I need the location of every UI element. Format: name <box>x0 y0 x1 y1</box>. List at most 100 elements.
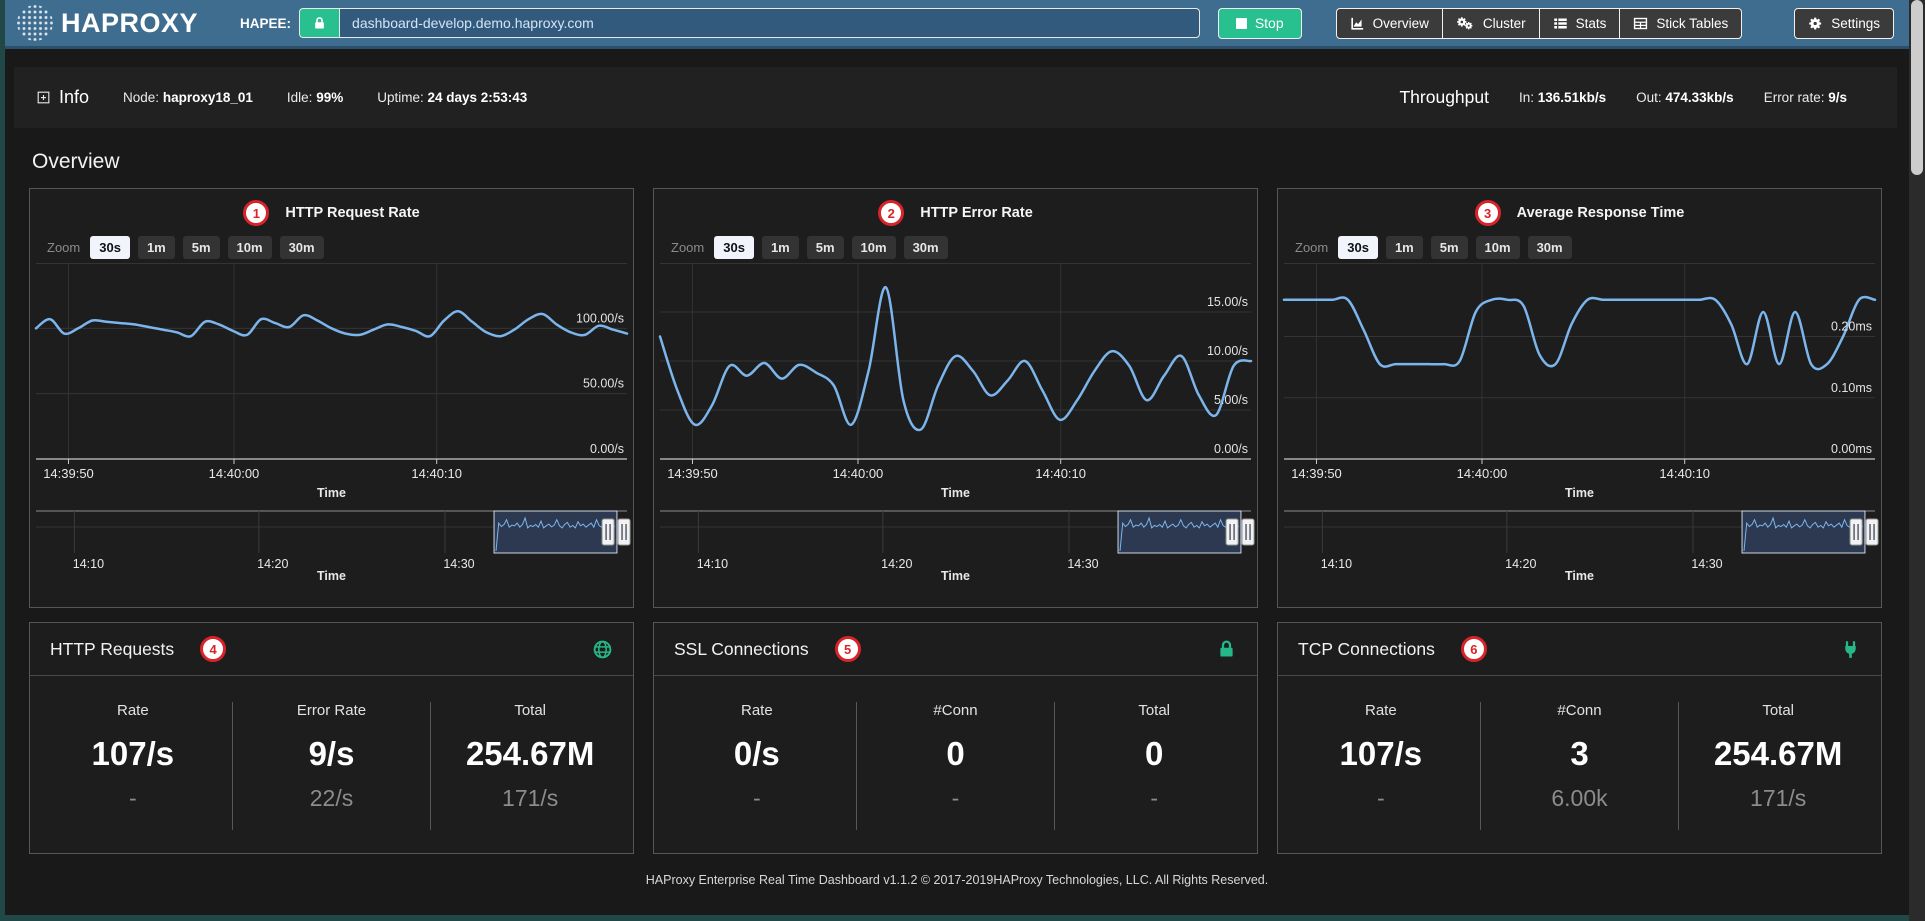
line-chart[interactable]: 15.00/s10.00/s5.00/s0.00/s14:39:5014:40:… <box>654 263 1257 503</box>
cogs-icon <box>1456 16 1475 31</box>
zoom-label: Zoom <box>47 240 80 255</box>
stat-cards-row: HTTP Requests 4 Rate 107/s - Error Rate … <box>29 622 1882 854</box>
navigator-selection[interactable] <box>494 511 617 553</box>
brand-name: HAPROXY <box>61 8 198 39</box>
haproxy-brand: HAPROXY <box>17 5 198 41</box>
vertical-scrollbar[interactable] <box>1909 0 1925 921</box>
y-axis-label: 15.00/s <box>1207 295 1248 309</box>
navigator-chart[interactable]: 14:1014:2014:30Time <box>30 509 633 581</box>
error-rate: Error rate: 9/s <box>1764 90 1847 105</box>
card-number-badge: 6 <box>1461 636 1487 662</box>
navigator-handle[interactable] <box>618 519 630 545</box>
navigator-handle[interactable] <box>1866 519 1878 545</box>
y-axis-label: 0.00/s <box>590 442 624 456</box>
zoom-option-button[interactable]: 5m <box>807 236 844 259</box>
zoom-option-button[interactable]: 10m <box>1476 236 1520 259</box>
navigator-handle[interactable] <box>602 519 614 545</box>
throughput-in: In: 136.51kb/s <box>1519 90 1606 105</box>
lock-button[interactable] <box>299 8 339 38</box>
navigator-handle[interactable] <box>1242 519 1254 545</box>
table-icon <box>1633 16 1648 31</box>
navigator-x-label: 14:30 <box>1067 557 1098 571</box>
zoom-option-button[interactable]: 1m <box>138 236 175 259</box>
chart-panel-http-error-rate: 2 HTTP Error Rate Zoom30s1m5m10m30m 15.0… <box>653 188 1258 608</box>
plot-area: 0.20ms0.10ms0.00ms14:39:5014:40:0014:40:… <box>1284 263 1875 481</box>
stick-tables-button[interactable]: Stick Tables <box>1619 8 1742 39</box>
zoom-label: Zoom <box>671 240 704 255</box>
zoom-option-button[interactable]: 30m <box>280 236 324 259</box>
y-axis-label: 10.00/s <box>1207 344 1248 358</box>
zoom-option-button[interactable]: 10m <box>852 236 896 259</box>
overview-button[interactable]: Overview <box>1336 8 1443 39</box>
zoom-option-button[interactable]: 30s <box>714 236 754 259</box>
throughput-group: Throughput In: 136.51kb/s Out: 474.33kb/… <box>1399 87 1847 108</box>
zoom-controls: Zoom 30s 1m 5m 10m 30m <box>1278 229 1881 263</box>
stat-column-conn: #Conn 3 6.00k <box>1481 688 1679 840</box>
navigator-x-label: 14:20 <box>257 557 288 571</box>
zoom-option-button[interactable]: 5m <box>1431 236 1468 259</box>
http-requests-card: HTTP Requests 4 Rate 107/s - Error Rate … <box>29 622 634 854</box>
x-axis-label: 14:40:00 <box>209 466 260 481</box>
navigator-selection[interactable] <box>1118 511 1241 553</box>
navigator-handle[interactable] <box>1850 519 1862 545</box>
zoom-option-button[interactable]: 30s <box>90 236 130 259</box>
zoom-option-button[interactable]: 1m <box>762 236 799 259</box>
info-bar: Info Node: haproxy18_01 Idle: 99% Uptime… <box>14 67 1897 128</box>
series-line <box>1284 297 1875 369</box>
card-title: SSL Connections <box>674 639 809 660</box>
zoom-option-button[interactable]: 1m <box>1386 236 1423 259</box>
globe-icon <box>592 639 613 660</box>
lock-icon <box>312 16 327 31</box>
plot-area: 100.00/s50.00/s0.00/s14:39:5014:40:0014:… <box>36 263 627 481</box>
zoom-option-button[interactable]: 5m <box>183 236 220 259</box>
x-axis-label: 14:39:50 <box>43 466 94 481</box>
chart-number-badge: 2 <box>878 200 904 226</box>
zoom-option-button[interactable]: 30m <box>904 236 948 259</box>
settings-button[interactable]: Settings <box>1794 8 1894 39</box>
scrollbar-thumb[interactable] <box>1911 0 1923 175</box>
series-line <box>660 287 1251 430</box>
stat-column-error-rate: Error Rate 9/s 22/s <box>233 688 431 840</box>
navigator-chart[interactable]: 14:1014:2014:30Time <box>654 509 1257 581</box>
stop-button[interactable]: Stop <box>1218 8 1302 39</box>
navigator-chart[interactable]: 14:1014:2014:30Time <box>1278 509 1881 581</box>
line-chart[interactable]: 0.20ms0.10ms0.00ms14:39:5014:40:0014:40:… <box>1278 263 1881 503</box>
x-axis-title: Time <box>941 486 970 500</box>
plus-square-icon <box>36 90 51 105</box>
card-title: HTTP Requests <box>50 639 174 660</box>
zoom-controls: Zoom 30s 1m 5m 10m 30m <box>30 229 633 263</box>
zoom-option-button[interactable]: 30s <box>1338 236 1378 259</box>
gear-icon <box>1808 16 1823 31</box>
plot-area: 15.00/s10.00/s5.00/s0.00/s14:39:5014:40:… <box>660 263 1251 481</box>
stats-button[interactable]: Stats <box>1539 8 1621 39</box>
navigator-x-label: 14:10 <box>73 557 104 571</box>
url-input[interactable] <box>339 8 1200 38</box>
card-title: TCP Connections <box>1298 639 1435 660</box>
page-title: Overview <box>32 150 1909 174</box>
line-chart[interactable]: 100.00/s50.00/s0.00/s14:39:5014:40:0014:… <box>30 263 633 503</box>
x-axis-label: 14:39:50 <box>1291 466 1342 481</box>
series-line <box>36 311 627 336</box>
zoom-option-button[interactable]: 10m <box>228 236 272 259</box>
chart-number-badge: 1 <box>243 200 269 226</box>
zoom-label: Zoom <box>1295 240 1328 255</box>
zoom-controls: Zoom 30s 1m 5m 10m 30m <box>654 229 1257 263</box>
card-number-badge: 5 <box>835 636 861 662</box>
stat-column-total: Total 254.67M 171/s <box>431 688 629 840</box>
node-info-group: Info Node: haproxy18_01 Idle: 99% Uptime… <box>36 87 527 108</box>
y-axis-label: 50.00/s <box>583 377 624 391</box>
zoom-option-button[interactable]: 30m <box>1528 236 1572 259</box>
stat-column-rate: Rate 0/s - <box>658 688 856 840</box>
chart-number-badge: 3 <box>1475 200 1501 226</box>
info-toggle[interactable]: Info <box>36 87 89 108</box>
navigator-selection[interactable] <box>1742 511 1865 553</box>
stop-icon <box>1236 18 1247 29</box>
stat-column-total: Total 254.67M 171/s <box>1679 688 1877 840</box>
y-axis-label: 0.00ms <box>1831 442 1872 456</box>
throughput-label: Throughput <box>1399 87 1489 108</box>
navigator-x-axis-title: Time <box>941 569 970 581</box>
cluster-button[interactable]: Cluster <box>1442 8 1540 39</box>
chart-title: HTTP Request Rate <box>285 205 419 221</box>
y-axis-label: 100.00/s <box>576 311 624 325</box>
navigator-handle[interactable] <box>1226 519 1238 545</box>
